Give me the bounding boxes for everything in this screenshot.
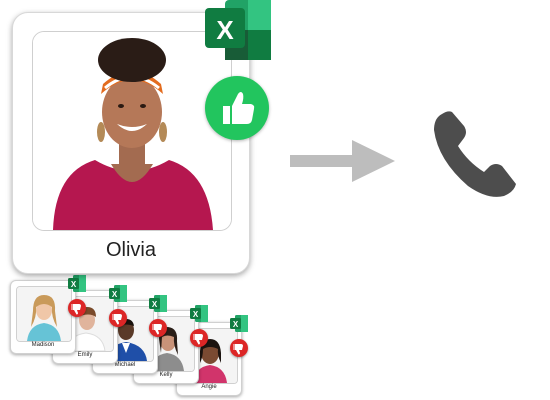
svg-text:X: X xyxy=(216,15,234,45)
candidate-name: Madison xyxy=(31,342,55,348)
candidate-photo xyxy=(32,31,232,231)
svg-text:X: X xyxy=(71,280,77,289)
candidate-photo xyxy=(16,286,72,342)
excel-icon: X xyxy=(230,315,248,332)
thumbs-up-icon xyxy=(205,76,269,140)
svg-text:X: X xyxy=(152,300,158,309)
arrow-right-icon xyxy=(290,140,395,182)
excel-icon: X xyxy=(205,0,271,60)
excel-icon: X xyxy=(109,285,127,302)
candidate-name: Angie xyxy=(201,384,217,390)
thumbs-down-icon xyxy=(230,339,248,357)
thumbs-down-icon xyxy=(109,309,127,327)
candidate-name: Olivia xyxy=(105,239,156,261)
canvas: Angie Kelly Michael Emily Madison X X X … xyxy=(0,0,550,400)
excel-icon: X xyxy=(149,295,167,312)
candidate-card-madison: Madison xyxy=(10,280,76,354)
thumbs-down-icon xyxy=(149,319,167,337)
excel-icon: X xyxy=(68,275,86,292)
thumbs-down-icon xyxy=(68,299,86,317)
svg-text:X: X xyxy=(193,310,199,319)
excel-icon: X xyxy=(190,305,208,322)
svg-text:X: X xyxy=(233,320,239,329)
svg-text:X: X xyxy=(112,290,118,299)
phone-icon xyxy=(434,111,516,197)
thumbs-down-icon xyxy=(190,329,208,347)
